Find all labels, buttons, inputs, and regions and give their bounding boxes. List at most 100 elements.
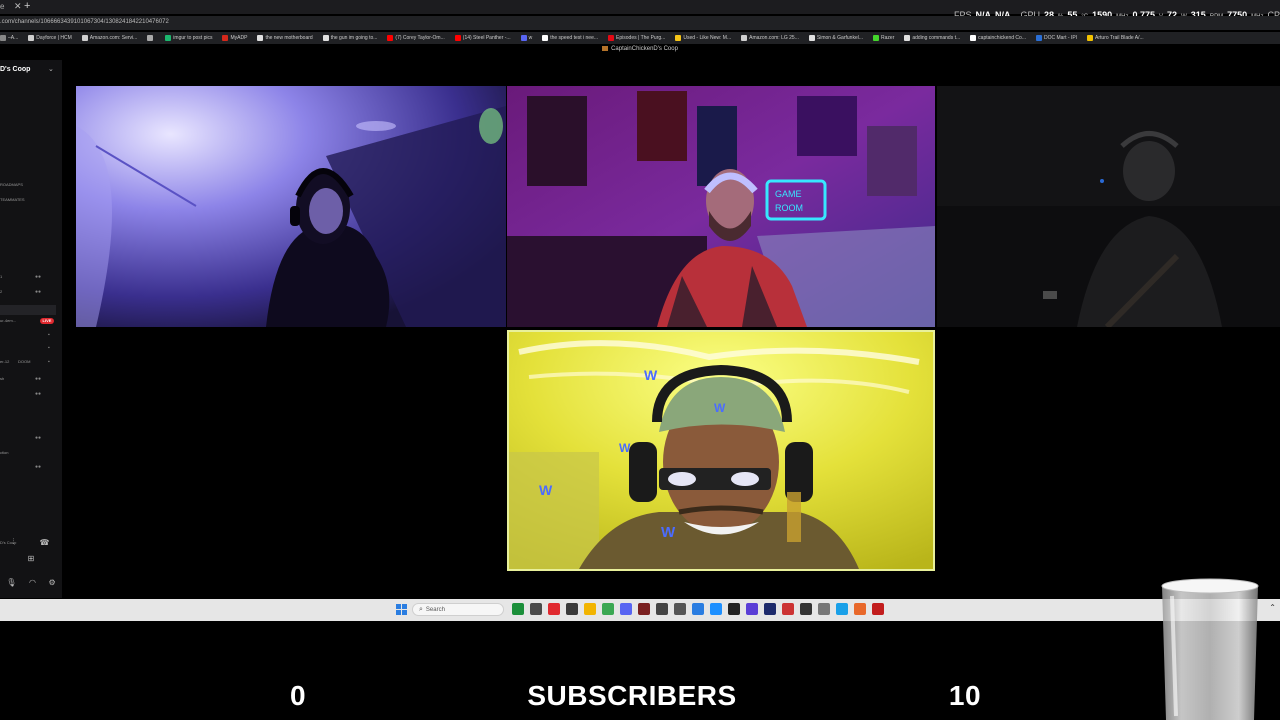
bookmark-label: Amazon.com: Servi...: [89, 35, 138, 41]
gear-icon[interactable]: ⚙: [49, 578, 56, 587]
subscribers-title: SUBSCRIBERS: [527, 680, 737, 711]
participant-video: GAME ROOM: [507, 86, 935, 327]
svg-text:W: W: [714, 401, 726, 415]
camera-icon: ▪: [48, 359, 50, 365]
new-tab-icon[interactable]: +: [24, 0, 30, 12]
bookmark-favicon-icon: [222, 35, 229, 41]
taskbar-app-icon[interactable]: [872, 603, 884, 615]
taskbar-app-icon[interactable]: [836, 603, 848, 615]
bookmark-label: –A...: [8, 35, 19, 41]
bookmark-item[interactable]: Dayforce | HCM: [28, 32, 72, 44]
bookmark-favicon-icon: [257, 35, 264, 41]
taskbar-app-icon[interactable]: [818, 603, 830, 615]
taskbar-app-icon[interactable]: [764, 603, 776, 615]
sidebar-channel-text[interactable]: 2: [0, 289, 2, 294]
chevron-down-icon[interactable]: ⌄: [48, 65, 54, 73]
bookmark-item[interactable]: w: [520, 32, 532, 44]
taskbar-app-icon[interactable]: [782, 603, 794, 615]
bookmark-item[interactable]: (7) Corey Taylor-Om...: [387, 32, 445, 44]
bookmark-item[interactable]: imgur to post pics: [165, 32, 212, 44]
taskbar-app-icon[interactable]: [656, 603, 668, 615]
bookmark-label: Dayforce | HCM: [36, 35, 72, 41]
participant-video: W W W W W: [509, 332, 933, 569]
app-icon: [602, 46, 609, 51]
taskbar-app-icon[interactable]: [530, 603, 542, 615]
windows-start-icon[interactable]: [396, 604, 407, 615]
bookmark-label: (14) Steel Panther -...: [462, 35, 511, 41]
bookmark-label: MyADP: [230, 35, 248, 41]
headphones-icon[interactable]: ◠: [29, 578, 36, 587]
sidebar-channel-text[interactable]: sh: [0, 376, 4, 381]
bookmark-favicon-icon: [28, 35, 35, 41]
taskbar-app-icon[interactable]: [602, 603, 614, 615]
taskbar-app-icon[interactable]: [548, 603, 560, 615]
bookmark-item[interactable]: captainchickend Co...: [970, 32, 1026, 44]
bookmark-item[interactable]: Amazon.com: Servi...: [81, 32, 138, 44]
bookmark-item[interactable]: MyADP: [222, 32, 247, 44]
taskbar-app-icon[interactable]: [854, 603, 866, 615]
chevron-up-icon[interactable]: ⌃: [1269, 603, 1276, 612]
address-bar[interactable]: .com/channels/1066663439101067304/130824…: [0, 16, 1280, 30]
close-tab-icon[interactable]: ✕: [14, 1, 22, 12]
video-tile-participant-3[interactable]: [937, 86, 1280, 327]
bookmark-item[interactable]: Arturo Trail Blade A/...: [1087, 32, 1144, 44]
bookmark-item[interactable]: Razer: [873, 32, 894, 44]
bookmark-item[interactable]: Used - Like New: M...: [675, 32, 731, 44]
sidebar-channel-text[interactable]: ROADMAPS: [0, 182, 23, 187]
video-tile-participant-1[interactable]: [76, 86, 506, 327]
taskbar-app-icon[interactable]: [620, 603, 632, 615]
sidebar-channel-text[interactable]: ction: [0, 450, 8, 455]
taskbar-search-input[interactable]: ⌕ Search: [412, 603, 504, 616]
sidebar-channel-text[interactable]: 1: [0, 274, 2, 279]
taskbar-app-icon[interactable]: [512, 603, 524, 615]
activity-controls: ⊞: [0, 550, 62, 566]
signal-icon[interactable]: ⫶: [13, 537, 15, 547]
bookmark-item[interactable]: the new motherboard: [257, 32, 313, 44]
bookmark-item[interactable]: DOC Mart - IPI: [1035, 32, 1078, 44]
bookmark-favicon-icon: [0, 35, 6, 41]
gamepad-icon[interactable]: ⊞: [28, 554, 35, 563]
taskbar-app-icon[interactable]: [710, 603, 722, 615]
taskbar-pinned-apps: [512, 603, 884, 615]
server-name[interactable]: D's Coop: [0, 66, 30, 73]
taskbar-app-icon[interactable]: [692, 603, 704, 615]
bookmark-item[interactable]: –A...: [0, 32, 18, 44]
browser-tab[interactable]: e: [0, 2, 4, 11]
video-tile-participant-2[interactable]: GAME ROOM: [507, 86, 935, 327]
taskbar-app-icon[interactable]: [674, 603, 686, 615]
search-icon: ⌕: [419, 606, 423, 613]
bookmark-favicon-icon: [904, 35, 911, 41]
bookmark-favicon-icon: [387, 35, 394, 41]
bookmark-item[interactable]: the speed test i nee...: [542, 32, 598, 44]
selected-channel-row[interactable]: [0, 305, 56, 315]
video-tile-participant-4[interactable]: W W W W W: [507, 330, 935, 571]
taskbar-app-icon[interactable]: [566, 603, 578, 615]
taskbar-app-icon[interactable]: [638, 603, 650, 615]
bookmark-favicon-icon: [81, 35, 88, 41]
taskbar-app-icon[interactable]: [746, 603, 758, 615]
bookmark-item[interactable]: adding commands t...: [904, 32, 960, 44]
bookmark-item[interactable]: Episodes | The Purg...: [608, 32, 665, 44]
taskbar-app-icon[interactable]: [584, 603, 596, 615]
bookmark-item[interactable]: [147, 32, 155, 44]
bookmark-item[interactable]: Simon & Garfunkel...: [808, 32, 863, 44]
disconnect-icon[interactable]: ☎: [40, 538, 50, 547]
sidebar-channel-text[interactable]: TEAMMATES: [0, 197, 25, 202]
url-text[interactable]: .com/channels/1066663439101067304/130824…: [0, 19, 169, 25]
bookmark-label: Razer: [881, 35, 895, 41]
bookmark-label: Amazon.com: LG 25...: [749, 35, 799, 41]
microphone-icon[interactable]: 🎙: [6, 578, 16, 587]
bookmark-label: the gun im going to...: [330, 35, 378, 41]
bookmark-label: DOC Mart - IPI: [1043, 35, 1078, 41]
sidebar-channel-text[interactable]: ur-4em...: [0, 318, 16, 323]
taskbar-app-icon[interactable]: [728, 603, 740, 615]
bookmark-label: the speed test i nee...: [550, 35, 599, 41]
bookmark-item[interactable]: Amazon.com: LG 25...: [741, 32, 799, 44]
bookmark-item[interactable]: the gun im going to...: [322, 32, 378, 44]
sidebar-channel-text[interactable]: er-12: [0, 359, 9, 364]
sidebar-channel-text[interactable]: DOOM: [18, 359, 30, 364]
subscriber-count-current: 0: [289, 680, 307, 711]
taskbar-app-icon[interactable]: [800, 603, 812, 615]
bookmark-item[interactable]: (14) Steel Panther -...: [454, 32, 511, 44]
voice-user-icons: ●●: [35, 376, 42, 382]
